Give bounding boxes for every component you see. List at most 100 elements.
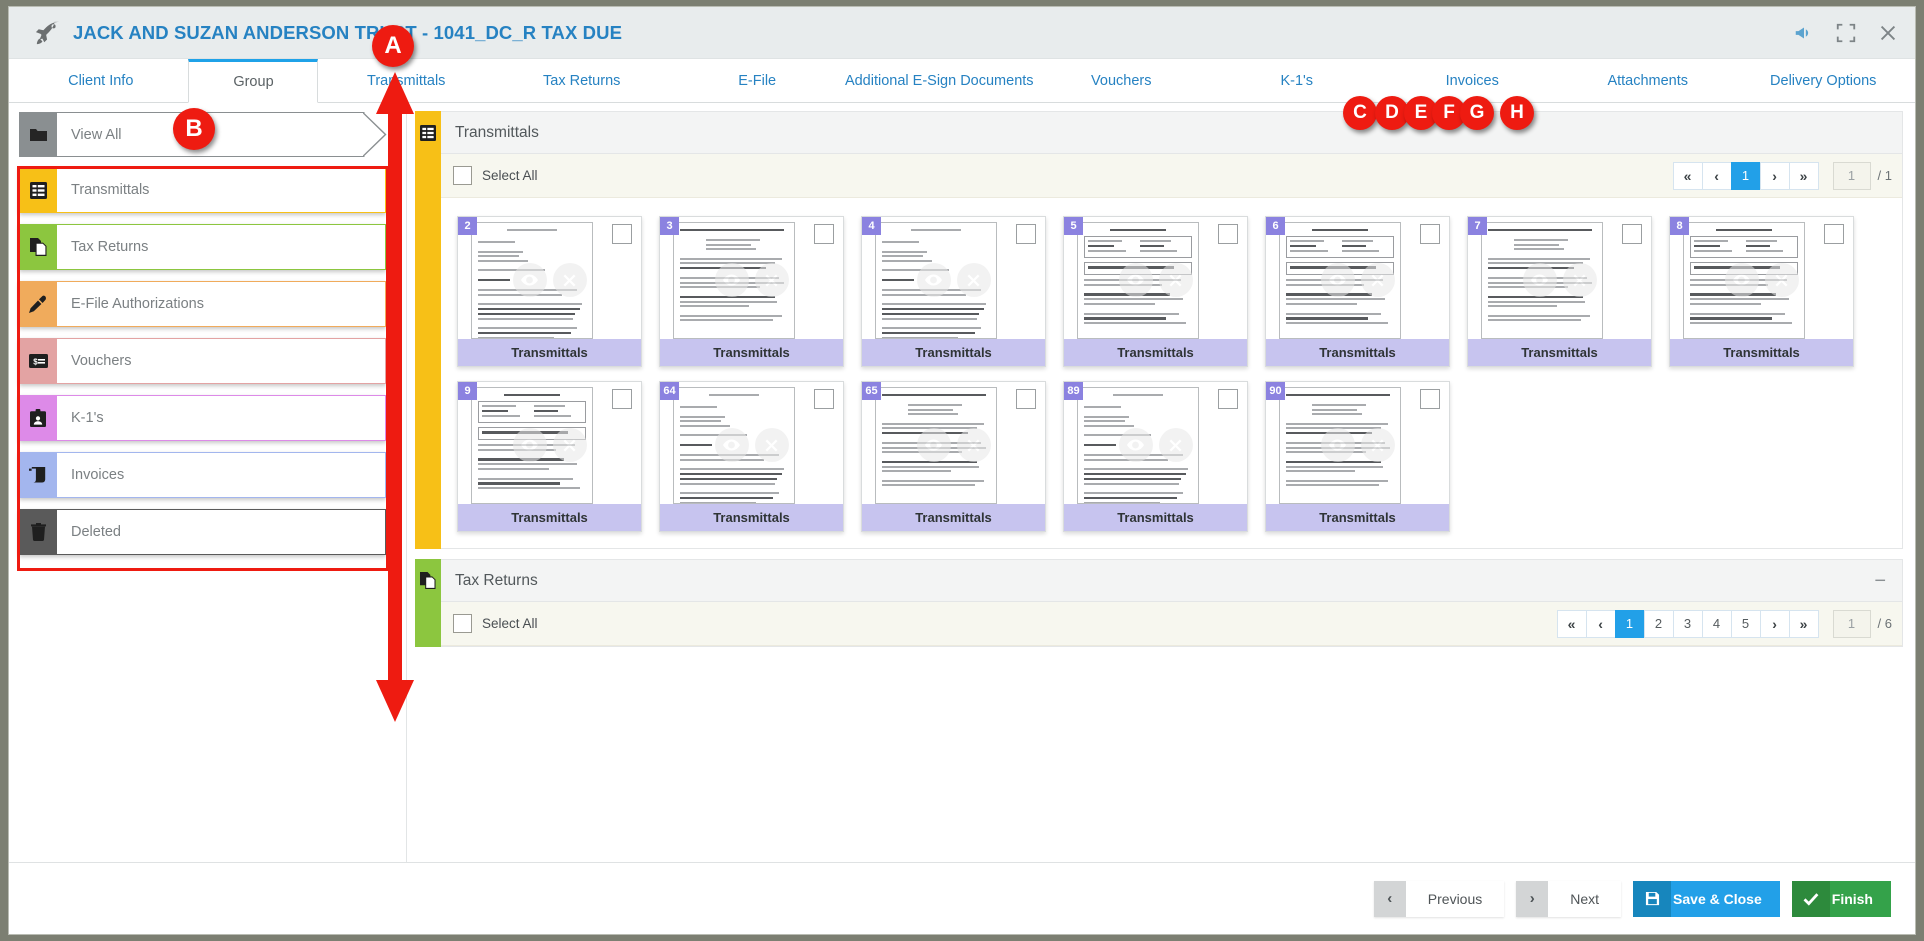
thumbnail-preview: 9 xyxy=(458,382,641,504)
eye-icon[interactable] xyxy=(513,263,547,297)
eye-icon[interactable] xyxy=(1119,428,1153,462)
eye-icon[interactable] xyxy=(715,428,749,462)
document-thumbnail[interactable]: 9Transmittals xyxy=(457,381,642,532)
pager-next-button[interactable]: › xyxy=(1760,610,1790,638)
thumbnail-checkbox[interactable] xyxy=(612,389,632,409)
tab-group[interactable]: Group xyxy=(188,59,318,103)
pager-prev-button[interactable]: ‹ xyxy=(1586,610,1616,638)
sidebar-item-invoices[interactable]: Invoices xyxy=(19,452,386,498)
pager-page-jump-input[interactable]: 1 xyxy=(1833,162,1871,190)
eye-icon[interactable] xyxy=(1523,263,1557,297)
thumbnail-label: Transmittals xyxy=(458,339,641,366)
pager-page-5[interactable]: 5 xyxy=(1731,610,1761,638)
thumbnail-checkbox[interactable] xyxy=(1218,224,1238,244)
tab-attachments[interactable]: Attachments xyxy=(1560,59,1735,102)
sidebar-item-transmittals[interactable]: Transmittals xyxy=(19,167,386,213)
eye-icon[interactable] xyxy=(715,263,749,297)
tab-e-file[interactable]: E-File xyxy=(669,59,844,102)
pager-prev-button[interactable]: ‹ xyxy=(1702,162,1732,190)
next-button[interactable]: › Next xyxy=(1516,881,1621,917)
remove-icon[interactable] xyxy=(553,428,587,462)
select-all-checkbox[interactable] xyxy=(453,166,472,185)
eye-icon[interactable] xyxy=(917,428,951,462)
tab-delivery-options[interactable]: Delivery Options xyxy=(1735,59,1910,102)
pager-page-jump-input[interactable]: 1 xyxy=(1833,610,1871,638)
eye-icon[interactable] xyxy=(1321,263,1355,297)
thumbnail-checkbox[interactable] xyxy=(814,224,834,244)
thumbnail-checkbox[interactable] xyxy=(1622,224,1642,244)
pager-next-button[interactable]: › xyxy=(1760,162,1790,190)
remove-icon[interactable] xyxy=(1361,263,1395,297)
panel-toolbar: Select All « ‹ 1 › » 1 / 1 xyxy=(441,154,1902,198)
thumbnail-checkbox[interactable] xyxy=(1016,389,1036,409)
select-all-checkbox[interactable] xyxy=(453,614,472,633)
previous-button[interactable]: ‹ Previous xyxy=(1374,881,1504,917)
pager-page-1[interactable]: 1 xyxy=(1615,610,1645,638)
thumbnail-checkbox[interactable] xyxy=(814,389,834,409)
sidebar-item-view-all[interactable]: View All xyxy=(19,112,386,157)
eye-icon[interactable] xyxy=(1119,263,1153,297)
tab-tax-returns[interactable]: Tax Returns xyxy=(494,59,669,102)
pager-first-button[interactable]: « xyxy=(1673,162,1703,190)
tab-client-info[interactable]: Client Info xyxy=(13,59,188,102)
tab-vouchers[interactable]: Vouchers xyxy=(1034,59,1209,102)
document-thumbnail[interactable]: 64Transmittals xyxy=(659,381,844,532)
document-thumbnail[interactable]: 5Transmittals xyxy=(1063,216,1248,367)
pager-page-4[interactable]: 4 xyxy=(1702,610,1732,638)
sidebar-item-tax-returns[interactable]: Tax Returns xyxy=(19,224,386,270)
remove-icon[interactable] xyxy=(957,263,991,297)
thumbnail-checkbox[interactable] xyxy=(1420,224,1440,244)
document-thumbnail[interactable]: 6Transmittals xyxy=(1265,216,1450,367)
close-icon[interactable] xyxy=(1877,22,1899,44)
pager-last-button[interactable]: » xyxy=(1789,162,1819,190)
remove-icon[interactable] xyxy=(1361,428,1395,462)
remove-icon[interactable] xyxy=(1765,263,1799,297)
eye-icon[interactable] xyxy=(513,428,547,462)
sidebar-item-vouchers[interactable]: $ Vouchers xyxy=(19,338,386,384)
remove-icon[interactable] xyxy=(957,428,991,462)
thumbnail-label: Transmittals xyxy=(862,504,1045,531)
pager-page-2[interactable]: 2 xyxy=(1644,610,1674,638)
sidebar-item-label: Invoices xyxy=(57,452,386,498)
tab-invoices[interactable]: Invoices xyxy=(1385,59,1560,102)
eye-icon[interactable] xyxy=(917,263,951,297)
tab-k1s[interactable]: K-1's xyxy=(1209,59,1384,102)
pager-last-button[interactable]: » xyxy=(1789,610,1819,638)
remove-icon[interactable] xyxy=(755,428,789,462)
eye-icon[interactable] xyxy=(1321,428,1355,462)
remove-icon[interactable] xyxy=(1159,263,1193,297)
thumbnail-checkbox[interactable] xyxy=(1824,224,1844,244)
thumbnail-checkbox[interactable] xyxy=(612,224,632,244)
eye-icon[interactable] xyxy=(1725,263,1759,297)
tab-additional-e-sign-documents[interactable]: Additional E-Sign Documents xyxy=(845,59,1034,102)
pager-first-button[interactable]: « xyxy=(1557,610,1587,638)
sidebar-item-e-file-authorizations[interactable]: E-File Authorizations xyxy=(19,281,386,327)
document-thumbnail[interactable]: 8Transmittals xyxy=(1669,216,1854,367)
pager-page-3[interactable]: 3 xyxy=(1673,610,1703,638)
thumbnail-checkbox[interactable] xyxy=(1016,224,1036,244)
thumbnail-checkbox[interactable] xyxy=(1420,389,1440,409)
expand-icon[interactable] xyxy=(1835,22,1857,44)
document-thumbnail[interactable]: 4Transmittals xyxy=(861,216,1046,367)
sidebar-item-k1s[interactable]: K-1's xyxy=(19,395,386,441)
panel-collapse-toggle[interactable]: − xyxy=(1874,571,1886,591)
remove-icon[interactable] xyxy=(1563,263,1597,297)
remove-icon[interactable] xyxy=(1159,428,1193,462)
document-thumbnail[interactable]: 2Transmittals xyxy=(457,216,642,367)
title-bar: JACK AND SUZAN ANDERSON TRUST - 1041_DC_… xyxy=(9,7,1915,59)
document-thumbnail[interactable]: 7Transmittals xyxy=(1467,216,1652,367)
save-and-close-button[interactable]: Save & Close xyxy=(1633,881,1780,917)
sidebar-item-deleted[interactable]: Deleted xyxy=(19,509,386,555)
thumbnail-checkbox[interactable] xyxy=(1218,389,1238,409)
document-thumbnail[interactable]: 65Transmittals xyxy=(861,381,1046,532)
document-thumbnail[interactable]: 90Transmittals xyxy=(1265,381,1450,532)
tab-transmittals[interactable]: Transmittals xyxy=(318,59,493,102)
remove-icon[interactable] xyxy=(755,263,789,297)
remove-icon[interactable] xyxy=(553,263,587,297)
page-number-badge: 3 xyxy=(660,217,679,235)
document-thumbnail[interactable]: 3Transmittals xyxy=(659,216,844,367)
pager-page-1[interactable]: 1 xyxy=(1731,162,1761,190)
megaphone-icon[interactable] xyxy=(1793,22,1815,44)
document-thumbnail[interactable]: 89Transmittals xyxy=(1063,381,1248,532)
finish-button[interactable]: Finish xyxy=(1792,881,1891,917)
